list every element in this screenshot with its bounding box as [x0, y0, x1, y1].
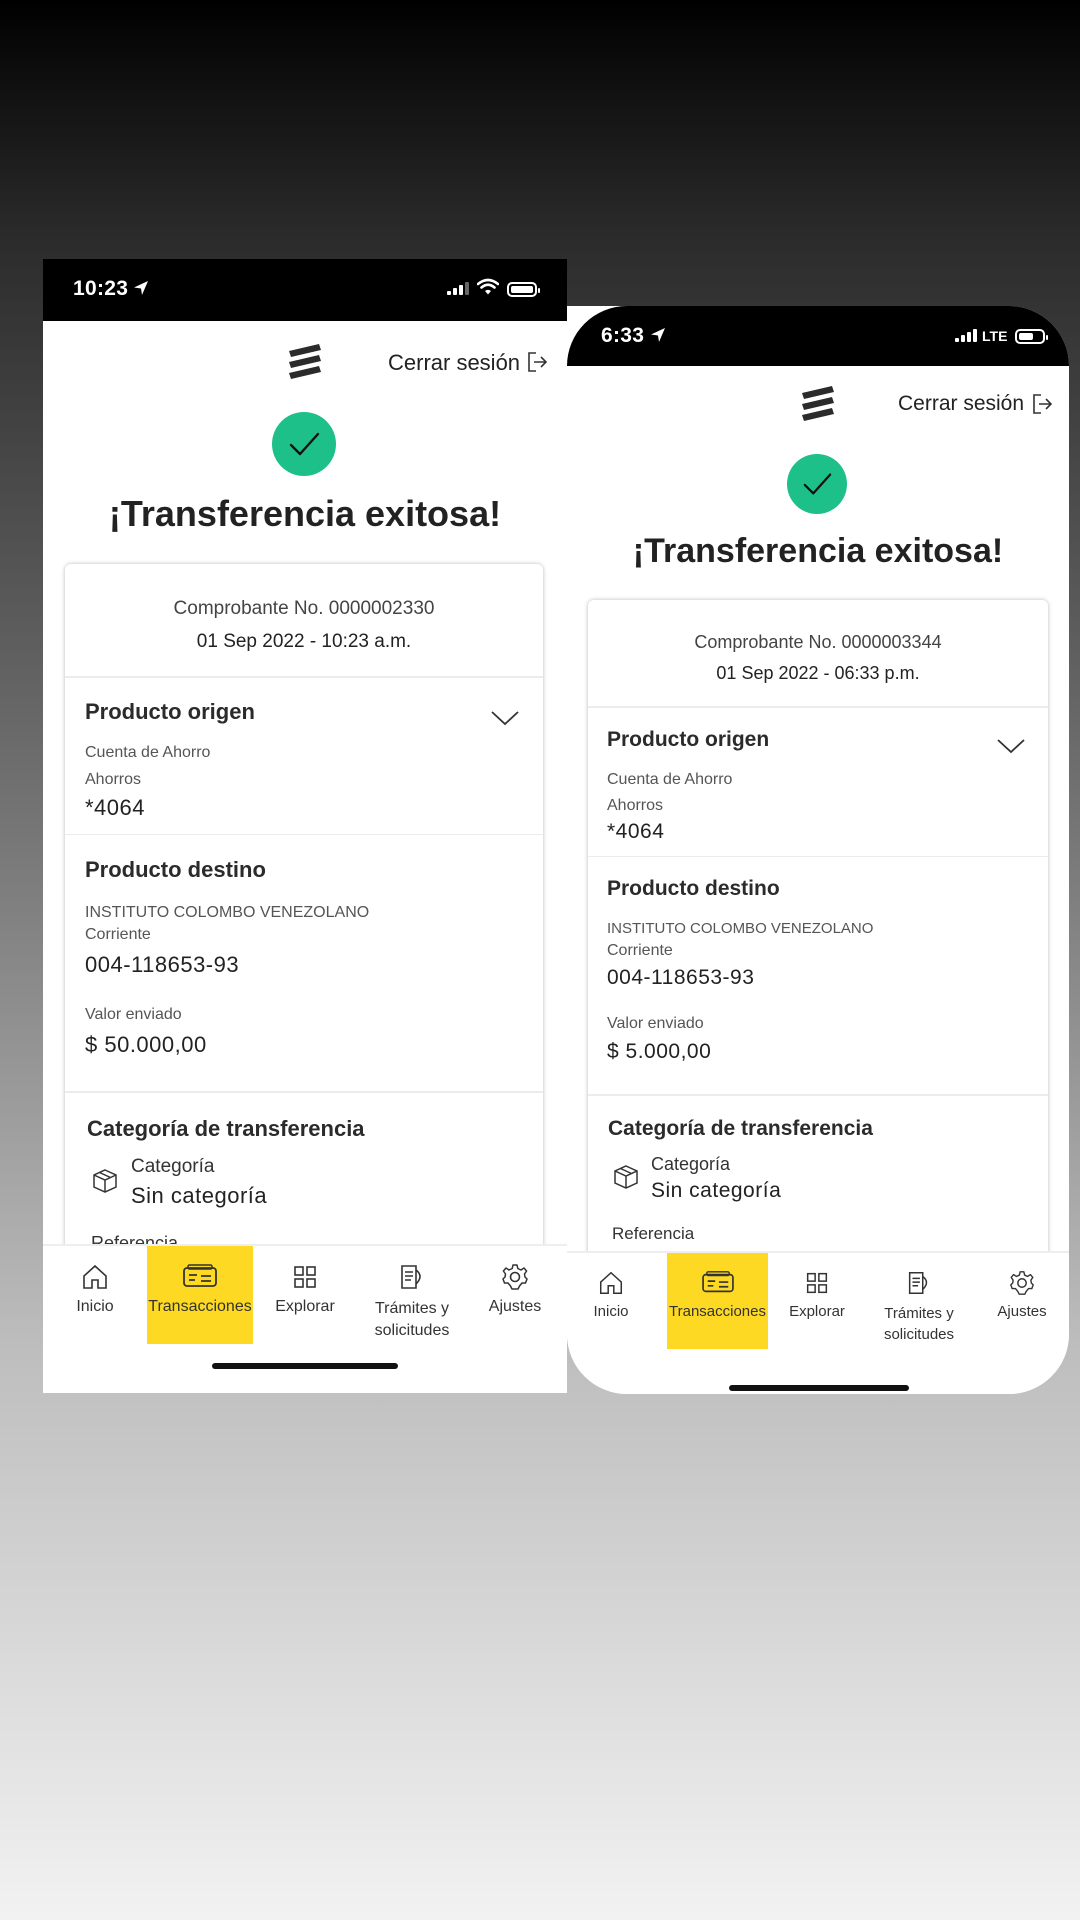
transactions-icon [183, 1264, 217, 1287]
destination-type: Corriente [85, 926, 151, 943]
nav-label: Trámites y solicitudes [883, 1305, 955, 1343]
network-type: LTE [982, 328, 1008, 344]
category-value: Sin categoría [651, 1179, 782, 1202]
nav-tramites[interactable]: Trámites y solicitudes [357, 1246, 467, 1344]
nav-tramites[interactable]: Trámites y solicitudes [864, 1253, 974, 1349]
logout-icon[interactable] [526, 351, 548, 373]
reference-label: Referencia [612, 1224, 695, 1243]
battery-icon [1015, 329, 1048, 344]
nav-transacciones[interactable]: Transacciones [667, 1253, 768, 1349]
category-value: Sin categoría [131, 1183, 268, 1208]
category-label: Categoría [131, 1156, 215, 1177]
nav-inicio[interactable]: Inicio [53, 1246, 137, 1344]
bank-logo-icon [802, 386, 834, 421]
category-heading: Categoría de transferencia [608, 1117, 873, 1140]
origin-heading: Producto origen [607, 728, 770, 751]
logout-button[interactable]: Cerrar sesión [388, 350, 520, 376]
package-icon [614, 1165, 638, 1189]
destination-heading: Producto destino [85, 857, 266, 882]
battery-icon [507, 282, 540, 297]
chevron-down-icon[interactable] [490, 709, 520, 727]
origin-subtype: Ahorros [85, 771, 142, 788]
page-title: ¡Transferencia exitosa! [632, 532, 1004, 570]
origin-account-type: Cuenta de Ahorro [607, 771, 733, 788]
chevron-down-icon[interactable] [996, 737, 1026, 755]
documents-icon [908, 1271, 928, 1295]
category-heading: Categoría de transferencia [87, 1116, 365, 1141]
location-arrow-icon [134, 281, 148, 295]
destination-name: INSTITUTO COLOMBO VENEZOLANO [607, 920, 874, 937]
home-icon [83, 1264, 107, 1289]
amount-label: Valor enviado [85, 1006, 182, 1023]
status-time: 6:33 [601, 324, 645, 347]
home-icon [599, 1271, 623, 1295]
nav-label: Ajustes [488, 1298, 542, 1315]
receipt-number: Comprobante No. 0000002330 [173, 598, 435, 619]
page-title: ¡Transferencia exitosa! [108, 493, 502, 534]
top-bar: Cerrar sesión [567, 374, 1069, 434]
bank-logo-icon [289, 344, 321, 379]
package-icon [93, 1169, 117, 1193]
bottom-nav: Inicio Transacciones Explorar Trámites y… [43, 1244, 567, 1393]
phone-screen-right: 6:33 LTE Cerrar sesión ¡Transferencia ex… [567, 306, 1069, 1394]
phone-screen-left: 10:23 Cerrar sesión ¡Transferencia exito… [43, 259, 567, 1393]
nav-label: Transacciones [148, 1298, 252, 1315]
nav-label: Explorar [789, 1303, 845, 1320]
nav-explorar[interactable]: Explorar [772, 1253, 862, 1349]
home-indicator[interactable] [212, 1363, 398, 1369]
receipt-datetime: 01 Sep 2022 - 10:23 a.m. [196, 631, 412, 652]
documents-icon [401, 1265, 421, 1289]
nav-label: Trámites y solicitudes [374, 1300, 450, 1339]
grid-icon [294, 1266, 316, 1288]
destination-type: Corriente [607, 942, 673, 959]
nav-label: Inicio [76, 1298, 114, 1315]
cellular-signal-icon [447, 281, 469, 295]
destination-name: INSTITUTO COLOMBO VENEZOLANO [85, 904, 370, 921]
nav-ajustes[interactable]: Ajustes [982, 1253, 1062, 1349]
nav-inicio[interactable]: Inicio [571, 1253, 651, 1349]
destination-heading: Producto destino [607, 877, 780, 900]
nav-transacciones[interactable]: Transacciones [147, 1246, 253, 1344]
logout-button[interactable]: Cerrar sesión [898, 392, 1024, 416]
logout-icon[interactable] [1031, 393, 1053, 415]
success-check-icon [787, 454, 847, 514]
nav-label: Explorar [275, 1298, 335, 1315]
receipt-datetime: 01 Sep 2022 - 06:33 p.m. [716, 663, 920, 683]
nav-label: Ajustes [997, 1303, 1047, 1320]
receipt-card: Comprobante No. 0000002330 01 Sep 2022 -… [65, 564, 543, 1324]
destination-number: 004-118653-93 [607, 966, 755, 989]
nav-ajustes[interactable]: Ajustes [473, 1246, 557, 1344]
bottom-nav: Inicio Transacciones Explorar Trámites y… [567, 1251, 1069, 1394]
amount-value: $ 5.000,00 [607, 1040, 712, 1063]
destination-number: 004-118653-93 [85, 952, 240, 977]
gear-icon [502, 1264, 528, 1290]
amount-value: $ 50.000,00 [85, 1032, 207, 1057]
receipt-card: Comprobante No. 0000003344 01 Sep 2022 -… [588, 600, 1048, 1320]
receipt-number: Comprobante No. 0000003344 [694, 632, 942, 652]
top-bar: Cerrar sesión [43, 331, 567, 391]
amount-label: Valor enviado [607, 1015, 704, 1032]
status-bar: 10:23 [43, 259, 567, 321]
gear-icon [1010, 1271, 1034, 1295]
wifi-icon [477, 278, 499, 295]
origin-number: *4064 [85, 795, 146, 820]
transactions-icon [701, 1271, 734, 1293]
origin-subtype: Ahorros [607, 797, 664, 814]
origin-number: *4064 [607, 820, 665, 843]
grid-icon [806, 1272, 828, 1294]
status-time: 10:23 [73, 277, 129, 300]
cellular-signal-icon [955, 328, 977, 342]
category-label: Categoría [651, 1154, 731, 1174]
success-check-icon [272, 412, 336, 476]
status-bar: 6:33 LTE [567, 306, 1069, 366]
origin-account-type: Cuenta de Ahorro [85, 744, 211, 761]
origin-heading: Producto origen [85, 699, 255, 724]
nav-explorar[interactable]: Explorar [259, 1246, 351, 1344]
nav-label: Inicio [593, 1303, 629, 1320]
location-arrow-icon [651, 328, 665, 342]
nav-label: Transacciones [669, 1303, 766, 1320]
home-indicator[interactable] [729, 1385, 909, 1391]
